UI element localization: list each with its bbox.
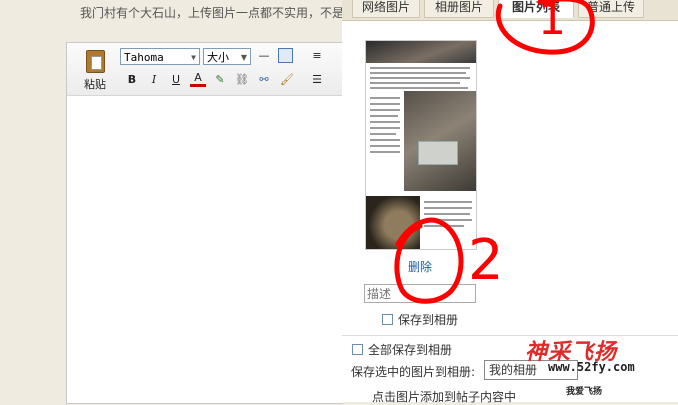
watermark-subtitle: 我爱飞扬: [566, 387, 603, 397]
tab-normal-upload[interactable]: 普通上传: [578, 0, 644, 18]
annotation-number-1: 1: [538, 0, 566, 45]
annotation-number-2: 2: [468, 228, 504, 293]
bold-button[interactable]: B: [124, 72, 140, 88]
clipboard-icon: [86, 50, 105, 73]
font-color-button[interactable]: A: [190, 70, 206, 87]
delete-link[interactable]: 删除: [408, 258, 432, 275]
paste-label: 粘贴: [84, 78, 106, 91]
editor-area[interactable]: [66, 42, 343, 404]
hint-text: 点击图片添加到帖子内容中: [372, 390, 517, 404]
list-icon[interactable]: ☰: [309, 72, 325, 88]
save-selected-label: 保存选中的图片到相册:: [351, 365, 476, 379]
link-icon[interactable]: ⛓: [234, 72, 250, 88]
description-input[interactable]: [364, 284, 476, 303]
highlight-icon[interactable]: ✎: [212, 72, 228, 88]
italic-button[interactable]: I: [146, 72, 162, 88]
table-icon[interactable]: [278, 48, 293, 63]
font-size-value: 大小: [207, 51, 229, 64]
watermark-url: www.52fy.com: [548, 360, 635, 374]
tab-web-image[interactable]: 网络图片: [352, 0, 420, 18]
unlink-icon[interactable]: ⚯: [256, 72, 272, 88]
chevron-down-icon: ▼: [191, 53, 196, 62]
photo-sign-plate: [418, 141, 458, 165]
intro-text: 我门村有个大石山，上传图片一点都不实用，不是: [80, 6, 342, 20]
tab-album-image[interactable]: 相册图片: [424, 0, 494, 18]
underline-button[interactable]: U: [168, 72, 184, 88]
save-to-album-label: 保存到相册: [398, 313, 459, 327]
chevron-down-icon: ▼: [240, 53, 247, 62]
save-all-label: 全部保存到相册: [368, 343, 453, 357]
align-left-icon[interactable]: ≡: [309, 48, 325, 64]
save-to-album-checkbox[interactable]: [382, 314, 393, 325]
font-size-select[interactable]: 大小 ▼: [203, 48, 251, 65]
save-all-checkbox[interactable]: [352, 344, 363, 355]
horizontal-rule-icon[interactable]: —: [256, 48, 272, 64]
clear-format-icon[interactable]: 🖌: [279, 72, 295, 88]
uploaded-image-thumbnail[interactable]: [365, 40, 477, 250]
photo-stone-top: [366, 41, 476, 63]
photo-stone-bottom: [366, 196, 420, 249]
font-family-value: Tahoma: [124, 51, 164, 64]
divider: [342, 335, 678, 336]
font-family-select[interactable]: Tahoma ▼: [120, 48, 200, 65]
